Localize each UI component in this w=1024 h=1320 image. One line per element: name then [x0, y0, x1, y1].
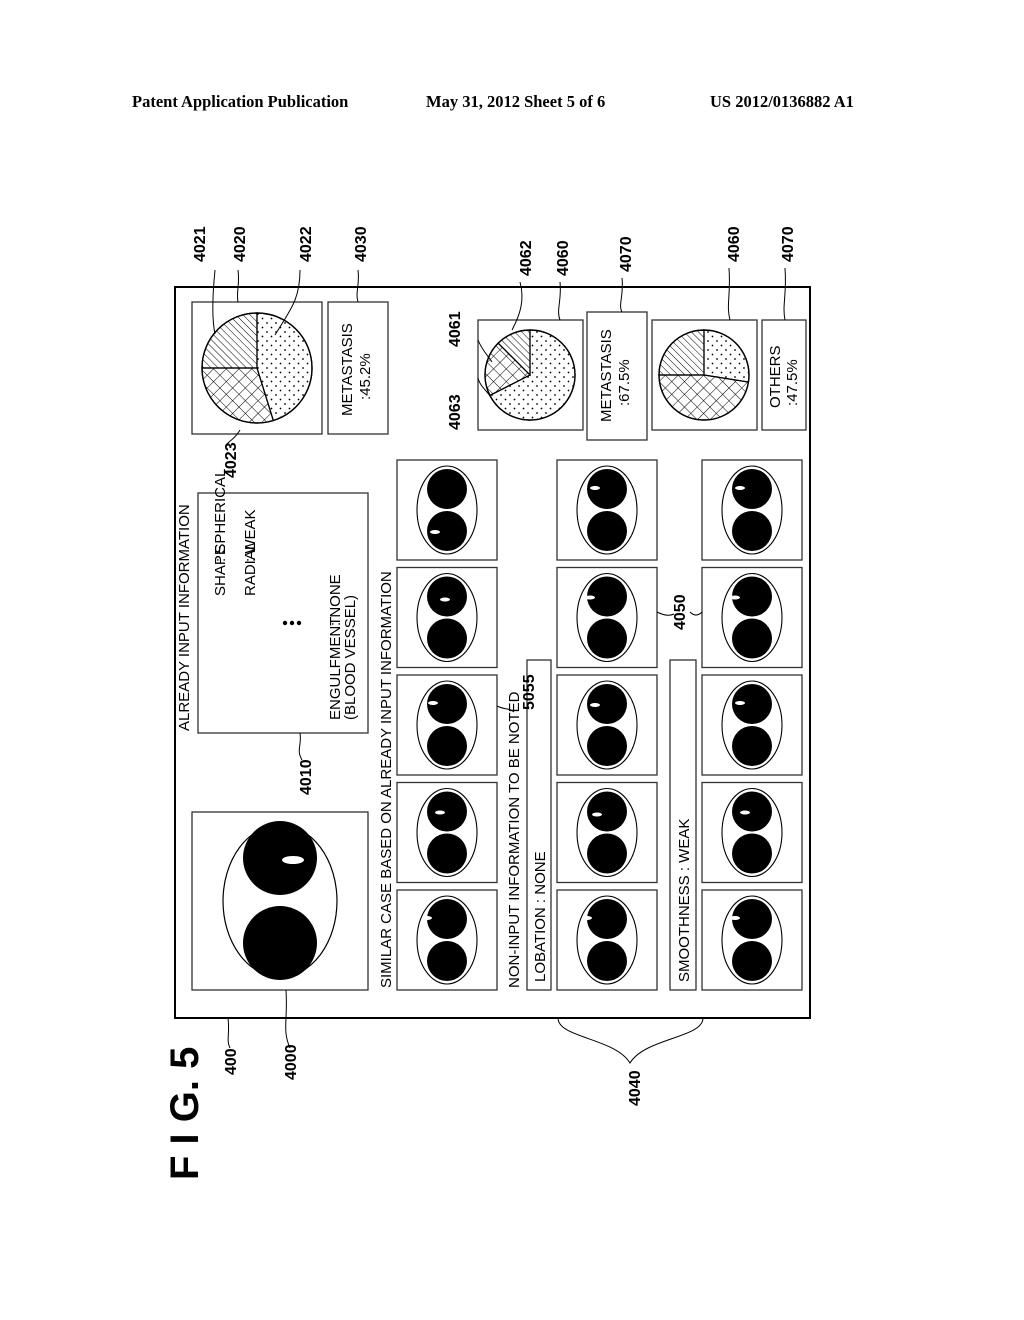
main-image-4000 — [191, 811, 369, 991]
result-box-4070-a: METASTASIS :67.5% — [586, 311, 648, 441]
case-result-2-value: :47.5% — [784, 359, 801, 406]
case-result-1-value: :67.5% — [616, 359, 633, 406]
ref-4022: 4022 — [298, 226, 315, 262]
patent-figure: F I G. 5 ALREADY INPUT INFORMATION SHAPE… — [163, 226, 811, 1180]
similar-case-row — [396, 459, 498, 991]
result-box-4070-b: OTHERS :47.5% — [761, 319, 807, 431]
non-input-header: NON-INPUT INFORMATION TO BE NOTED — [506, 691, 523, 988]
ref-4021: 4021 — [192, 226, 209, 262]
input-shape-value: : SPHERICAL — [212, 469, 229, 562]
ref-4070-b: 4070 — [780, 226, 797, 262]
ref-4030: 4030 — [353, 226, 370, 262]
ref-4060-a: 4060 — [555, 240, 572, 276]
case-thumbnail[interactable] — [556, 459, 658, 561]
case-thumbnail[interactable] — [396, 459, 498, 561]
ref-4060-b: 4060 — [726, 226, 743, 262]
case-thumbnail[interactable] — [556, 781, 658, 884]
already-input-box-4010: SHAPE RADIAL : SPHERICAL : WEAK ENGULFME… — [197, 469, 369, 734]
input-radial-value: : WEAK — [242, 509, 259, 562]
case-thumbnail[interactable] — [556, 674, 658, 776]
case-result-2-label: OTHERS — [767, 345, 784, 408]
ref-4040: 4040 — [627, 1070, 644, 1106]
pie-chart-4020 — [201, 312, 313, 424]
case-thumbnail[interactable] — [701, 889, 803, 991]
smoothness-label: SMOOTHNESS : WEAK — [676, 819, 693, 982]
input-engulfment-value: : NONE — [327, 574, 344, 626]
case-result-1-label: METASTASIS — [598, 329, 615, 422]
pie-chart-4060-b — [658, 329, 750, 421]
ref-400: 400 — [223, 1048, 240, 1075]
input-engulfment-key-2: (BLOOD VESSEL) — [342, 595, 359, 720]
case-thumbnail[interactable] — [396, 674, 498, 776]
case-thumbnail[interactable] — [396, 566, 498, 669]
case-thumbnail[interactable] — [701, 781, 803, 884]
case-thumbnail[interactable] — [701, 459, 803, 561]
case-thumbnail[interactable] — [701, 674, 803, 776]
brace-4040 — [557, 1017, 704, 1064]
case-thumbnail[interactable] — [396, 889, 498, 991]
ref-5055: 5055 — [521, 674, 538, 710]
case-thumbnail[interactable] — [396, 781, 498, 884]
ref-4050: 4050 — [672, 594, 689, 630]
result-box-4030: METASTASIS :45.2% — [327, 301, 389, 435]
smoothness-case-row — [701, 459, 803, 991]
result-value: :45.2% — [357, 353, 374, 400]
ref-4061: 4061 — [447, 311, 464, 347]
lobation-label: LOBATION : NONE — [532, 851, 549, 982]
ref-4000: 4000 — [283, 1044, 300, 1080]
already-input-title: ALREADY INPUT INFORMATION — [176, 504, 193, 731]
case-thumbnail[interactable] — [556, 889, 658, 991]
case-thumbnail[interactable] — [701, 566, 803, 669]
ref-4063: 4063 — [447, 394, 464, 430]
ref-4020: 4020 — [232, 226, 249, 262]
result-label: METASTASIS — [339, 323, 356, 416]
lobation-case-row — [556, 459, 658, 991]
similar-case-header: SIMILAR CASE BASED ON ALREADY INPUT INFO… — [378, 571, 395, 988]
drawing-group: ALREADY INPUT INFORMATION SHAPE RADIAL :… — [174, 286, 811, 1064]
ref-4070-a: 4070 — [618, 236, 635, 272]
ref-4010: 4010 — [298, 759, 315, 795]
ref-4062: 4062 — [518, 240, 535, 276]
case-thumbnail[interactable] — [556, 566, 658, 669]
smoothness-box: SMOOTHNESS : WEAK — [669, 659, 697, 991]
figure-title: F I G. 5 — [163, 1047, 207, 1180]
ref-4023: 4023 — [223, 442, 240, 478]
pie-chart-4060-a — [484, 329, 576, 421]
